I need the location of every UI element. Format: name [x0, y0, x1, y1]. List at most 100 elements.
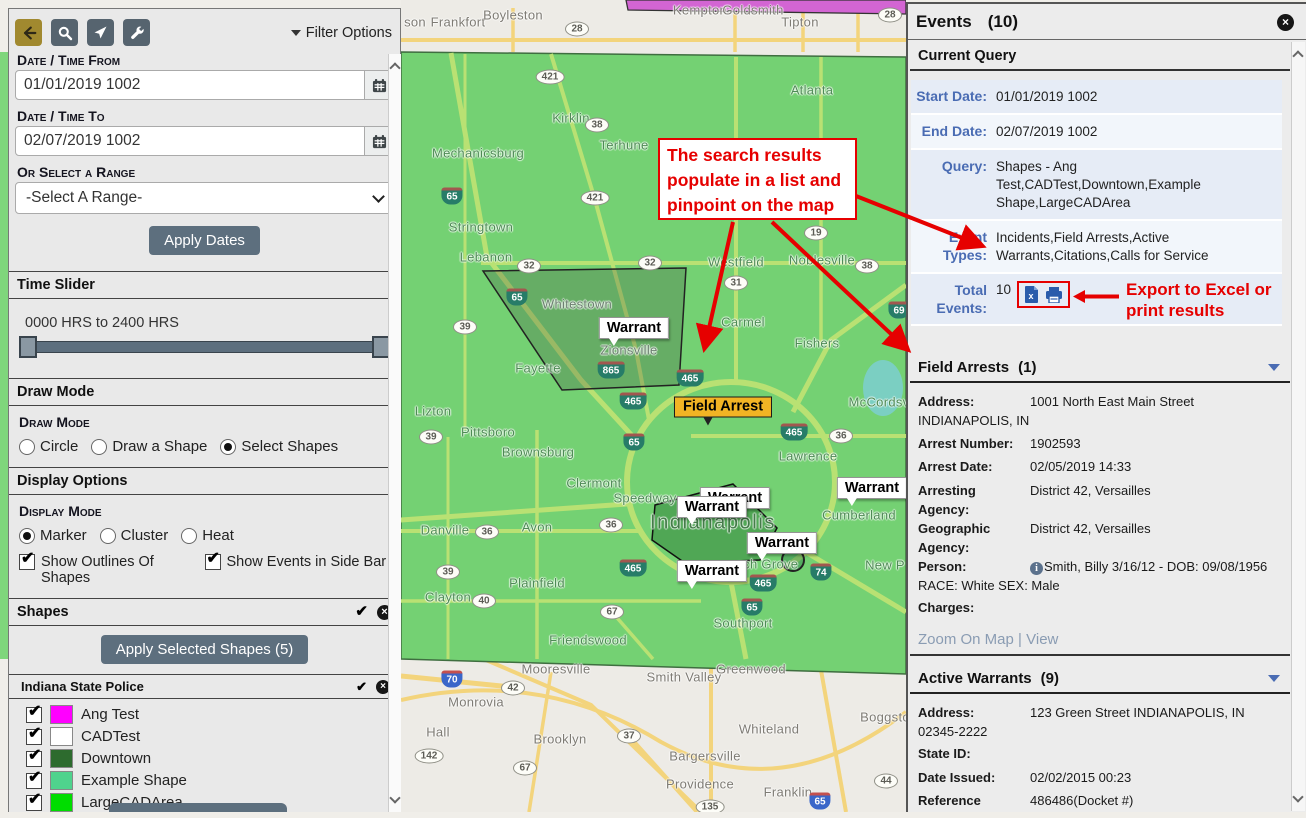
- shape-color-swatch: [50, 793, 73, 812]
- display-options-header: Display Options: [9, 468, 400, 495]
- checkbox-icon[interactable]: ✔: [26, 729, 42, 745]
- detail-value: 1902593: [1030, 436, 1081, 451]
- warrant-marker[interactable]: Warrant: [837, 477, 906, 499]
- shape-list-item[interactable]: ✔ Example Shape: [9, 770, 400, 792]
- range-select-value: -Select A Range-: [26, 189, 374, 207]
- map-town-label: Speedway: [613, 491, 676, 506]
- route-shield-icon: 465: [750, 575, 777, 592]
- close-icon[interactable]: ×: [1277, 14, 1294, 31]
- checkbox-icon[interactable]: ✔: [26, 773, 42, 789]
- route-shield-icon: 36: [475, 525, 499, 540]
- detail-label: Reference Number (s):: [918, 791, 1030, 812]
- display-mode-radio[interactable]: Heat: [181, 527, 234, 544]
- collapse-triangle-icon[interactable]: [1268, 675, 1280, 688]
- scroll-down-icon[interactable]: [1292, 791, 1303, 802]
- select-all-icon[interactable]: ✔: [355, 605, 368, 619]
- shapes-header: Shapes ✔ ×: [9, 599, 400, 626]
- time-slider[interactable]: [19, 336, 390, 358]
- time-slider-track[interactable]: [21, 341, 388, 353]
- draw-mode-radio[interactable]: Select Shapes: [220, 438, 338, 455]
- checkbox-icon[interactable]: ✔: [26, 707, 42, 723]
- annotation-callout: The search results populate in a list an…: [658, 138, 857, 220]
- display-mode-radio[interactable]: Marker: [19, 527, 87, 544]
- search-button[interactable]: [51, 19, 78, 46]
- detail-row: Person:iSmith, Billy 3/16/12 - DOB: 09/0…: [918, 557, 1286, 595]
- active-warrants-header[interactable]: Active Warrants (9): [910, 664, 1290, 694]
- back-button[interactable]: [15, 19, 42, 46]
- shape-list-item[interactable]: ✔ Downtown: [9, 748, 400, 770]
- partial-apply-button[interactable]: [109, 803, 287, 812]
- field-arrests-title: Field Arrests: [918, 359, 1009, 376]
- route-shield-icon: 421: [536, 70, 565, 85]
- scroll-down-icon[interactable]: [389, 792, 400, 803]
- map-town-label: son: [404, 15, 426, 30]
- route-shield-icon: 65: [441, 188, 462, 205]
- map-town-label: Brooklyn: [534, 732, 587, 747]
- warrant-marker[interactable]: Warrant: [677, 560, 747, 582]
- map-town-label: Friendswood: [549, 633, 627, 648]
- locate-button[interactable]: [87, 19, 114, 46]
- scroll-up-icon[interactable]: [389, 62, 400, 73]
- detail-value: 02/02/2015 00:23: [1030, 770, 1131, 785]
- detail-value: District 42, Versailles: [1030, 483, 1151, 498]
- display-checkbox[interactable]: ✔ Show Events in Side Bar: [205, 554, 391, 586]
- draw-mode-options: Circle Draw a Shape Select Shapes: [9, 432, 400, 467]
- route-shield-icon: 67: [513, 761, 537, 776]
- filter-scrollbar[interactable]: [388, 54, 401, 812]
- route-shield-icon: 65: [741, 599, 762, 616]
- record-link[interactable]: Zoom On Map: [918, 631, 1018, 648]
- calendar-icon: [372, 78, 387, 93]
- warrant-marker[interactable]: Warrant: [599, 317, 669, 339]
- radio-icon: [220, 439, 236, 455]
- range-select[interactable]: -Select A Range-: [15, 182, 394, 214]
- date-to-input[interactable]: [15, 126, 365, 156]
- shape-list-item[interactable]: ✔ Ang Test: [9, 704, 400, 726]
- display-mode-radio[interactable]: Cluster: [100, 527, 169, 544]
- detail-label: Arresting Agency:: [918, 481, 1030, 519]
- scroll-up-icon[interactable]: [1292, 50, 1303, 61]
- excel-export-icon[interactable]: x: [1024, 286, 1039, 303]
- events-scrollbar[interactable]: [1291, 42, 1305, 811]
- collapse-triangle-icon[interactable]: [1268, 364, 1280, 377]
- draw-mode-section: Draw Mode Draw Mode Circle Draw a Shape …: [9, 378, 400, 467]
- query-row: Query: Shapes - Ang Test,CADTest,Downtow…: [911, 150, 1282, 221]
- caret-down-icon: [291, 30, 301, 41]
- route-shield-icon: 69: [888, 302, 906, 319]
- apply-selected-shapes-button[interactable]: Apply Selected Shapes (5): [101, 635, 309, 664]
- warrant-marker[interactable]: Warrant: [747, 532, 817, 554]
- field-arrest-marker[interactable]: Field Arrest: [674, 397, 772, 418]
- field-arrest-details: Address:i1001 North East Main Street IND…: [910, 383, 1290, 624]
- checkbox-icon[interactable]: ✔: [26, 751, 42, 767]
- info-icon[interactable]: i: [1030, 562, 1043, 575]
- draw-mode-radio[interactable]: Circle: [19, 438, 78, 455]
- export-icon-group: x Export to Excel or print resul: [1017, 281, 1070, 308]
- route-shield-icon: 465: [677, 370, 704, 387]
- checkbox-icon[interactable]: ✔: [26, 795, 42, 811]
- print-icon[interactable]: [1045, 287, 1063, 303]
- map-town-label: Lizton: [415, 404, 452, 419]
- tools-button[interactable]: [123, 19, 150, 46]
- time-slider-section: Time Slider 0000 HRS to 2400 HRS: [9, 271, 400, 378]
- detail-row: Arrest Number:i1902593: [918, 434, 1286, 454]
- date-from-input[interactable]: [15, 70, 365, 100]
- warrant-marker[interactable]: Warrant: [677, 496, 747, 518]
- route-shield-icon: 36: [829, 429, 853, 444]
- date-from-label: Date / Time From: [9, 50, 400, 69]
- draw-mode-radio[interactable]: Draw a Shape: [91, 438, 207, 455]
- time-slider-handle-start[interactable]: [19, 336, 37, 358]
- display-checkbox[interactable]: ✔ Show Outlines Of Shapes: [19, 554, 205, 586]
- query-row-label: Query:: [911, 150, 987, 219]
- route-shield-icon: 465: [620, 560, 647, 577]
- group-select-all-icon[interactable]: ✔: [356, 680, 367, 694]
- checkbox-label: Show Outlines Of Shapes: [41, 554, 205, 586]
- map-canvas[interactable]: son Frankfort Boyleston Kempton Goldsmit…: [401, 0, 906, 812]
- active-warrants-count: (9): [1041, 670, 1059, 687]
- map-town-label: Mooresville: [521, 662, 590, 677]
- filter-options-toggle[interactable]: Filter Options: [291, 25, 392, 41]
- record-link[interactable]: View: [1026, 631, 1058, 648]
- radio-icon: [91, 439, 107, 455]
- field-arrests-header[interactable]: Field Arrests (1): [910, 353, 1290, 383]
- map-town-label: Noblesville: [789, 253, 855, 268]
- shape-list-item[interactable]: ✔ CADTest: [9, 726, 400, 748]
- apply-dates-button[interactable]: Apply Dates: [149, 226, 260, 255]
